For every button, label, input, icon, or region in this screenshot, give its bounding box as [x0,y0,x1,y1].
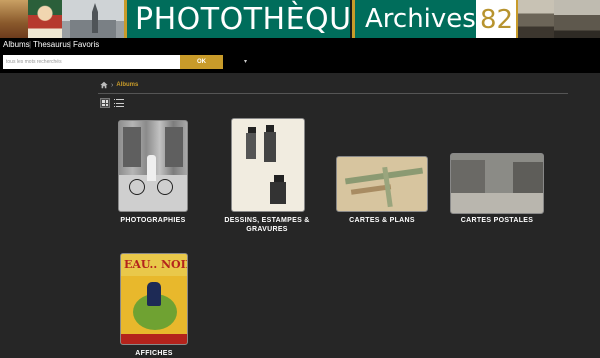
top-nav: Albums | Thesaurus | Favoris [0,38,600,53]
archives-label: Archives [365,4,476,34]
nav-separator: | [69,40,72,49]
album-dessins-estampes-gravures[interactable]: DESSINS, ESTAMPES & GRAVURES [212,118,322,238]
banner-photo-portrait [28,0,62,38]
list-view-icon[interactable] [114,98,124,108]
grid-view-icon[interactable] [100,98,110,108]
breadcrumb: › Albums [100,81,138,89]
album-thumbnail[interactable]: EAU.. NOIX SERRES [120,253,188,345]
home-icon[interactable] [100,81,108,89]
breadcrumb-current: Albums [116,82,139,88]
album-photographies[interactable]: PHOTOGRAPHIES [100,120,206,232]
breadcrumb-separator: › [111,81,114,89]
site-title: PHOTOTHÈQUE [135,2,372,37]
archives-number-block: 82 [476,0,516,38]
archives-logo[interactable]: Archives [352,0,476,38]
album-label[interactable]: CARTES POSTALES [444,216,550,225]
search-bar: OK ▾ [0,53,600,73]
album-thumbnail[interactable] [450,153,544,214]
banner-photo-illustration [0,0,28,38]
album-label[interactable]: PHOTOGRAPHIES [100,216,206,225]
breadcrumb-divider [98,93,568,94]
banner-photo-group [516,0,554,38]
nav-favoris[interactable]: Favoris [73,40,99,49]
site-banner: PHOTOTHÈQUE Archives 82 [0,0,600,38]
chevron-down-icon[interactable]: ▾ [244,58,247,65]
album-cartes-plans[interactable]: CARTES & PLANS [330,154,434,226]
album-thumbnail[interactable] [118,120,188,212]
banner-photo-church [62,0,124,38]
search-input[interactable] [3,55,180,69]
album-affiches[interactable]: EAU.. NOIX SERRES AFFICHES [104,253,204,358]
nav-separator: | [29,40,32,49]
archives-number: 82 [480,5,514,35]
album-thumbnail[interactable] [336,156,428,212]
banner-title-block[interactable]: PHOTOTHÈQUE [124,0,371,38]
album-label[interactable]: AFFICHES [104,349,204,358]
nav-albums[interactable]: Albums [3,40,30,49]
poster-text: EAU.. NOIX SERRES [124,258,187,271]
banner-photo-people [554,0,600,38]
album-cartes-postales[interactable]: CARTES POSTALES [444,152,550,226]
album-thumbnail[interactable] [231,118,305,212]
album-label[interactable]: DESSINS, ESTAMPES & GRAVURES [212,216,322,234]
search-ok-button[interactable]: OK [180,55,223,69]
nav-thesaurus[interactable]: Thesaurus [33,40,71,49]
album-label[interactable]: CARTES & PLANS [330,216,434,225]
